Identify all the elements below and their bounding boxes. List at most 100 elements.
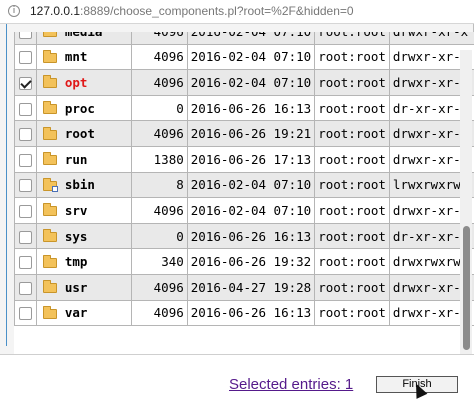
name-cell[interactable]: sbin: [36, 172, 131, 198]
selected-entries-link[interactable]: Selected entries: 1: [229, 376, 353, 393]
name-cell[interactable]: proc: [36, 95, 131, 121]
name-cell[interactable]: usr: [36, 274, 131, 300]
row-checkbox-cell[interactable]: [15, 223, 37, 249]
owner-cell: root:root: [315, 146, 390, 172]
date-cell: 2016-06-26 17:13: [187, 146, 314, 172]
row-checkbox[interactable]: [19, 256, 32, 269]
row-checkbox-cell[interactable]: [15, 300, 37, 326]
size-cell: 4096: [132, 198, 188, 224]
entry-name[interactable]: opt: [65, 75, 88, 90]
row-checkbox-cell[interactable]: [15, 249, 37, 275]
table-row[interactable]: usr40962016-04-27 19:28root:rootdrwxr-xr…: [15, 274, 474, 300]
row-checkbox[interactable]: [19, 205, 32, 218]
row-checkbox[interactable]: [19, 282, 32, 295]
row-checkbox[interactable]: [19, 77, 32, 90]
size-cell: 8: [132, 172, 188, 198]
date-cell: 2016-06-26 16:13: [187, 300, 314, 326]
size-cell: 340: [132, 249, 188, 275]
name-cell[interactable]: mnt: [36, 44, 131, 70]
owner-cell: root:root: [315, 198, 390, 224]
row-checkbox[interactable]: [19, 128, 32, 141]
date-cell: 2016-02-04 07:10: [187, 198, 314, 224]
row-checkbox-cell[interactable]: [15, 274, 37, 300]
row-checkbox-cell[interactable]: [15, 70, 37, 96]
folder-icon: [43, 232, 57, 242]
folder-icon: [43, 104, 57, 114]
address-bar[interactable]: i 127.0.0.1:8889/choose_components.pl?ro…: [0, 0, 474, 24]
entry-name[interactable]: proc: [65, 101, 95, 116]
folder-icon: [43, 258, 57, 268]
date-cell: 2016-02-04 07:10: [187, 32, 314, 44]
row-checkbox-cell[interactable]: [15, 121, 37, 147]
file-table: media40962016-02-04 07:10root:rootdrwxr-…: [14, 32, 474, 326]
row-checkbox-cell[interactable]: [15, 32, 37, 44]
row-checkbox[interactable]: [19, 154, 32, 167]
table-row[interactable]: root40962016-06-26 19:21root:rootdrwxr-x…: [15, 121, 474, 147]
row-checkbox-cell[interactable]: [15, 198, 37, 224]
date-cell: 2016-02-04 07:10: [187, 44, 314, 70]
owner-cell: root:root: [315, 274, 390, 300]
entry-name[interactable]: run: [65, 152, 88, 167]
owner-cell: root:root: [315, 121, 390, 147]
name-cell[interactable]: sys: [36, 223, 131, 249]
row-checkbox[interactable]: [19, 179, 32, 192]
row-checkbox-cell[interactable]: [15, 95, 37, 121]
folder-icon: [43, 130, 57, 140]
table-row[interactable]: sbin82016-02-04 07:10root:rootlrwxrwxrwx: [15, 172, 474, 198]
table-row[interactable]: media40962016-02-04 07:10root:rootdrwxr-…: [15, 32, 474, 44]
row-checkbox-cell[interactable]: [15, 146, 37, 172]
row-checkbox[interactable]: [19, 32, 32, 39]
name-cell[interactable]: run: [36, 146, 131, 172]
table-row[interactable]: mnt40962016-02-04 07:10root:rootdrwxr-xr…: [15, 44, 474, 70]
size-cell: 4096: [132, 121, 188, 147]
info-icon[interactable]: i: [8, 5, 20, 17]
table-row[interactable]: var40962016-06-26 16:13root:rootdrwxr-xr…: [15, 300, 474, 326]
vertical-scroll-thumb[interactable]: [463, 226, 470, 350]
file-table-viewport: media40962016-02-04 07:10root:rootdrwxr-…: [14, 32, 474, 369]
name-cell[interactable]: var: [36, 300, 131, 326]
entry-name[interactable]: srv: [65, 203, 88, 218]
name-cell[interactable]: media: [36, 32, 131, 44]
size-cell: 0: [132, 223, 188, 249]
owner-cell: root:root: [315, 223, 390, 249]
entry-name[interactable]: sbin: [65, 177, 95, 192]
row-checkbox-cell[interactable]: [15, 172, 37, 198]
row-checkbox[interactable]: [19, 307, 32, 320]
vertical-scrollbar[interactable]: [460, 50, 472, 368]
table-row[interactable]: srv40962016-02-04 07:10root:rootdrwxr-xr…: [15, 198, 474, 224]
table-row[interactable]: tmp3402016-06-26 19:32root:rootdrwxrwxrw…: [15, 249, 474, 275]
name-cell[interactable]: opt: [36, 70, 131, 96]
entry-name[interactable]: sys: [65, 229, 88, 244]
row-checkbox[interactable]: [19, 103, 32, 116]
row-checkbox[interactable]: [19, 231, 32, 244]
table-row[interactable]: run13802016-06-26 17:13root:rootdrwxr-xr…: [15, 146, 474, 172]
name-cell[interactable]: srv: [36, 198, 131, 224]
name-cell[interactable]: tmp: [36, 249, 131, 275]
folder-icon: [43, 309, 57, 319]
size-cell: 4096: [132, 274, 188, 300]
file-table-body: media40962016-02-04 07:10root:rootdrwxr-…: [15, 32, 474, 326]
folder-icon: [43, 53, 57, 63]
table-row[interactable]: sys02016-06-26 16:13root:rootdr-xr-xr-x: [15, 223, 474, 249]
row-checkbox-cell[interactable]: [15, 44, 37, 70]
entry-name[interactable]: media: [65, 32, 103, 39]
entry-name[interactable]: root: [65, 126, 95, 141]
row-checkbox[interactable]: [19, 51, 32, 64]
name-cell[interactable]: root: [36, 121, 131, 147]
entry-name[interactable]: var: [65, 305, 88, 320]
owner-cell: root:root: [315, 249, 390, 275]
table-row[interactable]: proc02016-06-26 16:13root:rootdr-xr-xr-x: [15, 95, 474, 121]
table-row[interactable]: opt40962016-02-04 07:10root:rootdrwxr-xr…: [15, 70, 474, 96]
address-url[interactable]: 127.0.0.1:8889/choose_components.pl?root…: [30, 4, 354, 18]
url-host: 127.0.0.1: [30, 4, 80, 18]
file-browser-frame: media40962016-02-04 07:10root:rootdrwxr-…: [0, 24, 474, 354]
entry-name[interactable]: mnt: [65, 49, 88, 64]
date-cell: 2016-04-27 19:28: [187, 274, 314, 300]
owner-cell: root:root: [315, 70, 390, 96]
permissions-cell: drwxr-xr-x: [389, 32, 474, 44]
folder-icon: [43, 283, 57, 293]
size-cell: 4096: [132, 32, 188, 44]
entry-name[interactable]: usr: [65, 280, 88, 295]
symlink-folder-icon: [43, 181, 57, 191]
entry-name[interactable]: tmp: [65, 254, 88, 269]
